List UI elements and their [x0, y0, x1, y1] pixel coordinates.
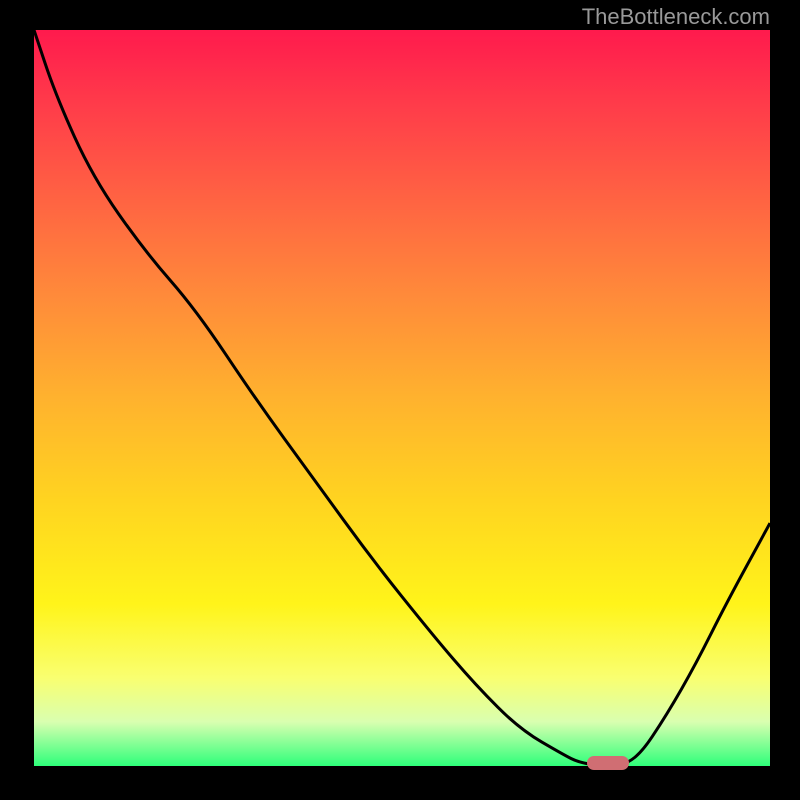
- attribution-text: TheBottleneck.com: [582, 4, 770, 30]
- bottleneck-curve: [34, 30, 770, 766]
- chart-container: TheBottleneck.com: [0, 0, 800, 800]
- optimal-point-marker: [587, 756, 629, 770]
